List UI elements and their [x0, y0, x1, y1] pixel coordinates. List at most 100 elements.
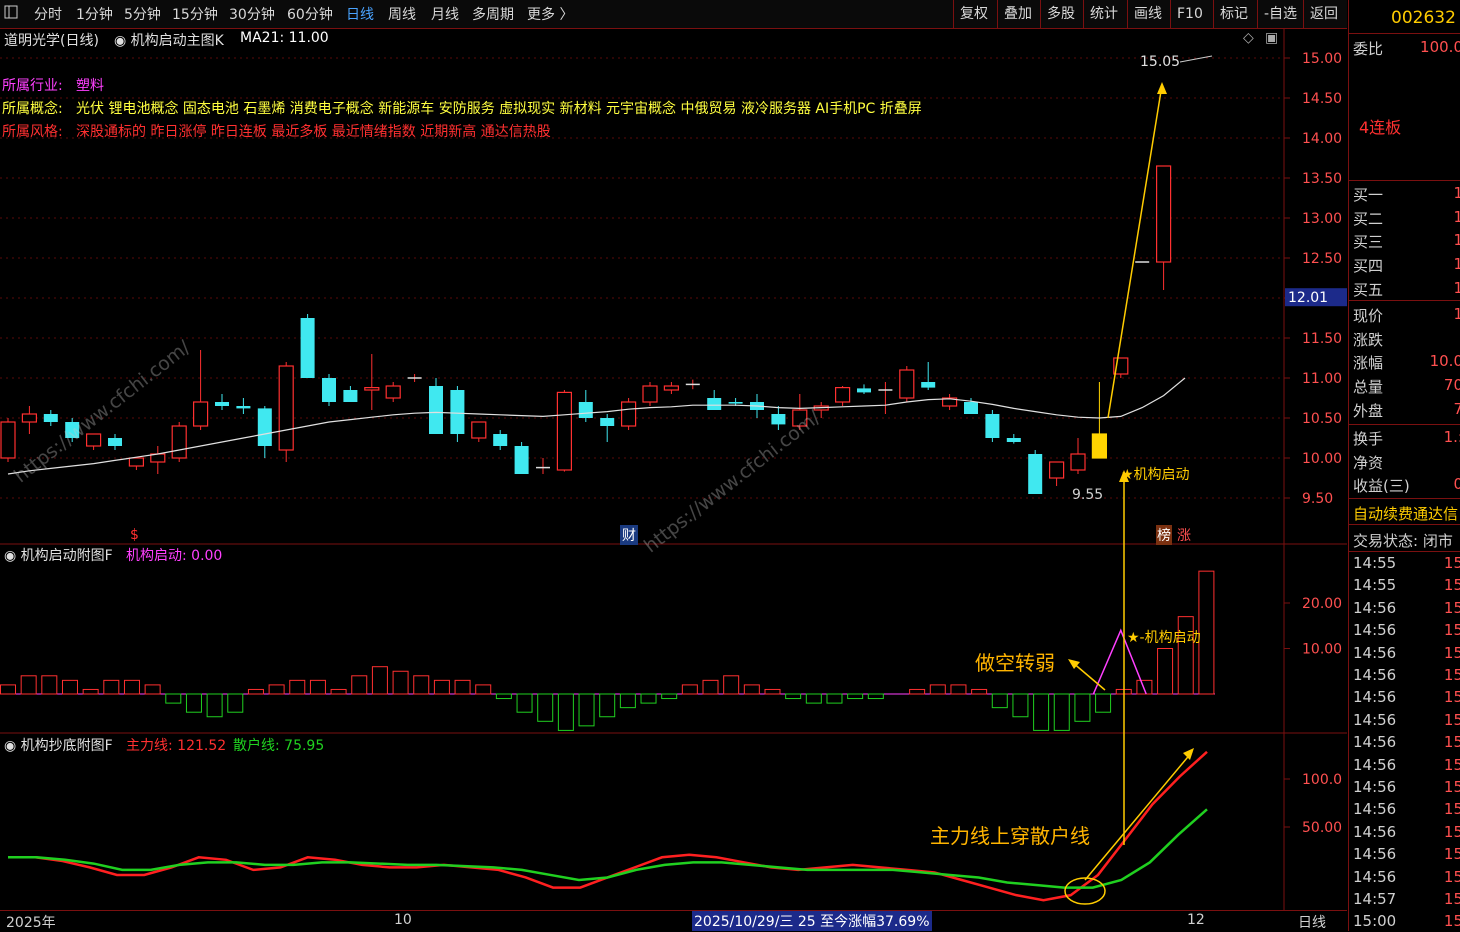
launch-bar: [805, 693, 822, 704]
candle-body: [578, 402, 593, 418]
tick-value-8: 15: [1443, 733, 1460, 752]
candle-body: [0, 421, 16, 459]
extra-label-0: 换手: [1353, 430, 1384, 448]
candle-body: [43, 414, 58, 422]
panel-toggle-icon[interactable]: ▣: [1265, 30, 1278, 46]
launch-bar: [247, 688, 264, 695]
candle-body: [493, 434, 508, 446]
price-tick-label: 15.00: [1302, 51, 1342, 67]
launch-bar: [144, 684, 161, 695]
toolbar-right-2[interactable]: 多股: [1040, 0, 1081, 28]
tick-label-0: 14:55: [1353, 554, 1397, 572]
period-label[interactable]: 日线: [1298, 912, 1326, 932]
toolbar-right-8[interactable]: 返回: [1303, 0, 1344, 28]
tick-label-1: 14:55: [1353, 576, 1397, 595]
sub2-title[interactable]: ◉ 机构抄底附图F: [4, 735, 113, 755]
launch-bar: [185, 693, 202, 713]
toolbar-right-5[interactable]: F10: [1170, 0, 1209, 28]
toolbar-item-3[interactable]: 15分钟: [172, 4, 218, 24]
candle-body: [899, 369, 915, 399]
marker-dollar[interactable]: $: [130, 527, 139, 543]
high-price-label: 15.05: [1140, 54, 1181, 70]
board-badge: 4连板: [1359, 118, 1402, 137]
toolbar-right-6[interactable]: 标记: [1213, 0, 1254, 28]
tick-label-2: 14:56: [1353, 598, 1397, 617]
tick-label-3: 14:56: [1353, 621, 1397, 640]
launch-bar: [1053, 693, 1070, 731]
tick-label-14: 14:56: [1353, 867, 1397, 886]
toolbar-right-0[interactable]: 复权: [953, 0, 994, 28]
tick-label-12: 14:56: [1353, 822, 1397, 841]
buy-label-1: 买二: [1353, 209, 1384, 228]
current-price-label: 12.01: [1288, 290, 1328, 306]
sub1-tick-label: 20.00: [1302, 596, 1342, 612]
tick-value-16: 15: [1443, 912, 1460, 931]
toolbar-item-1[interactable]: 1分钟: [76, 4, 113, 24]
launch-bar: [1157, 648, 1174, 695]
style-label: 所属风格:: [2, 124, 63, 140]
marker-limit-up[interactable]: 涨: [1177, 525, 1191, 545]
diamond-icon[interactable]: ◇: [1243, 30, 1254, 46]
launch-bar: [516, 693, 533, 713]
main-indicator-name[interactable]: ◉ 机构启动主图K: [114, 30, 224, 50]
candle-body: [278, 365, 294, 451]
tick-label-11: 14:56: [1353, 800, 1397, 819]
tick-value-4: 15: [1443, 643, 1460, 662]
tick-label-4: 14:56: [1353, 643, 1397, 662]
sub1-tick-label: 10.00: [1302, 642, 1342, 658]
candle-body: [471, 421, 487, 439]
toolbar-right-1[interactable]: 叠加: [997, 0, 1038, 28]
toolbar-item-9[interactable]: 多周期: [472, 4, 514, 24]
launch-bar: [330, 688, 347, 695]
launch-bar: [392, 670, 409, 695]
toolbar-item-7[interactable]: 周线: [388, 4, 416, 24]
price-tick-label: 10.00: [1302, 451, 1342, 467]
price-tick-label: 11.50: [1302, 331, 1342, 347]
fee-link[interactable]: 自动续费通达信: [1353, 503, 1458, 524]
candle-body: [514, 446, 529, 474]
marker-finance[interactable]: 财: [620, 525, 638, 545]
date-label-year: 2025年: [6, 915, 56, 931]
sub1-title[interactable]: ◉ 机构启动附图F: [4, 545, 113, 565]
toolbar-item-8[interactable]: 月线: [431, 4, 459, 24]
toolbar-item-10[interactable]: 更多 〉: [527, 4, 573, 24]
launch-bar: [1198, 570, 1215, 695]
tick-value-9: 15: [1443, 755, 1460, 774]
buy-value-4: 1: [1453, 279, 1460, 297]
toolbar-right-7[interactable]: -自选: [1257, 0, 1303, 28]
arrow-cross-line: [1084, 751, 1193, 881]
launch-bar: [61, 679, 78, 695]
toolbar-item-4[interactable]: 30分钟: [229, 4, 275, 24]
toolbar-item-2[interactable]: 5分钟: [124, 4, 161, 24]
toolbar-item-0[interactable]: 分时: [34, 4, 62, 24]
launch-bar: [743, 684, 760, 695]
launch-bar: [702, 679, 719, 695]
date-label-oct: 10: [394, 912, 412, 928]
launch-bar: [764, 688, 781, 695]
price-tick-label: 14.00: [1302, 131, 1342, 147]
candle-body: [642, 385, 658, 403]
tick-value-3: 15: [1443, 621, 1460, 640]
candle-body: [964, 402, 978, 414]
tick-value-2: 15: [1443, 598, 1460, 617]
launch-bar: [495, 693, 512, 700]
tick-value-13: 15: [1443, 845, 1460, 864]
launch-bar: [289, 679, 306, 695]
stock-title: 道明光学(日线): [4, 33, 99, 49]
toolbar-right-3[interactable]: 统计: [1083, 0, 1124, 28]
window-icon[interactable]: [4, 5, 18, 23]
buy-value-3: 1: [1453, 255, 1460, 273]
tick-value-7: 15: [1443, 710, 1460, 729]
toolbar-item-5[interactable]: 60分钟: [287, 4, 333, 24]
date-status: 2025/10/29/三 25 至今涨幅37.69%: [692, 911, 932, 931]
quote-panel: 002632 委比 100.0 4连板 买一 1 买二 1 买三 1 买四 1 买五 1 现价 1 涨…: [1348, 0, 1460, 931]
buy-value-2: 1: [1453, 231, 1460, 249]
toolbar-item-6[interactable]: 日线: [346, 4, 374, 24]
launch-bar: [227, 693, 244, 713]
weibi-value: 100.0: [1420, 38, 1460, 56]
candle-body: [1028, 454, 1043, 494]
candle-body: [385, 385, 401, 399]
date-label-dec: 12: [1187, 912, 1205, 928]
marker-rank[interactable]: 榜: [1156, 525, 1172, 545]
toolbar-right-4[interactable]: 画线: [1127, 0, 1168, 28]
